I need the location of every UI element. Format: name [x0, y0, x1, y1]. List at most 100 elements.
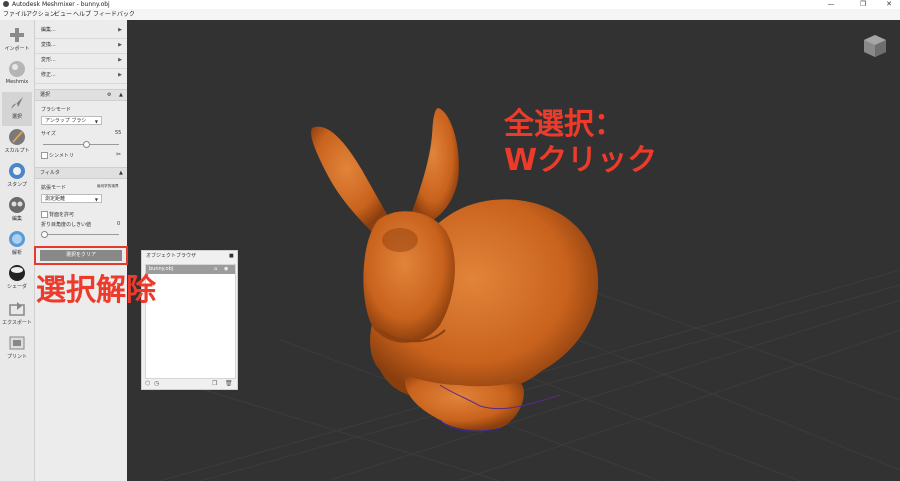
- analysis-icon: [9, 231, 25, 247]
- menu-item-deform-label: 変形...: [41, 57, 56, 63]
- brush-icon: [9, 129, 25, 145]
- brush-mode-dropdown[interactable]: アンラップ ブラシ ▼: [41, 116, 102, 125]
- annotation-deselect: 選択解除: [36, 273, 156, 308]
- menu-feedback[interactable]: フィードバック: [93, 9, 135, 20]
- cube-icon[interactable]: ⬡: [145, 380, 150, 387]
- tool-analysis[interactable]: 解析: [2, 228, 32, 262]
- menu-view[interactable]: ビュー: [54, 9, 72, 20]
- menu-item-deform[interactable]: 変形... ▶: [35, 53, 127, 69]
- tool-edit[interactable]: 編集: [2, 194, 32, 228]
- expand-mode-dropdown[interactable]: 測定距離 ▼: [41, 194, 102, 203]
- size-slider[interactable]: [43, 144, 119, 145]
- window-title: Autodesk Meshmixer - bunny.obj: [12, 1, 110, 8]
- stamp-icon: [9, 163, 25, 179]
- symmetry-tool-icon[interactable]: ✂: [116, 151, 121, 158]
- chevron-right-icon: ▶: [118, 72, 122, 78]
- tool-print-label: プリント: [6, 354, 27, 360]
- crease-threshold-slider-knob[interactable]: [41, 231, 48, 238]
- print-icon: [9, 336, 25, 350]
- tool-stamp-label: スタンプ: [7, 182, 27, 188]
- close-button[interactable]: ✕: [878, 0, 900, 9]
- object-browser-footer: ⬡ ◷ ❐ 🗑: [142, 379, 237, 390]
- select-arrow-icon: [11, 97, 23, 109]
- tool-edit-label: 編集: [11, 216, 22, 222]
- title-bar: Autodesk Meshmixer - bunny.obj — ❐ ✕: [0, 0, 900, 9]
- gear-icon[interactable]: ⚙: [107, 90, 111, 100]
- 3d-viewport[interactable]: [127, 20, 900, 481]
- object-browser-header: オブジェクトブラウザ ■: [142, 251, 237, 262]
- symmetry-label: シンメトリ: [49, 153, 74, 159]
- filter-section-title: フィルタ: [40, 170, 60, 176]
- size-value: 55: [115, 130, 122, 136]
- size-slider-knob[interactable]: [83, 141, 90, 148]
- tool-print[interactable]: プリント: [2, 332, 32, 366]
- tool-meshmix[interactable]: Meshmix: [2, 58, 32, 92]
- size-label: サイズ: [41, 131, 56, 137]
- menu-item-edit[interactable]: 編集... ▶: [35, 23, 127, 39]
- menu-item-modify-label: 修正...: [41, 72, 56, 78]
- history-icon[interactable]: ◷: [154, 380, 159, 387]
- object-list: bunny.obj ⌂ ◉: [145, 264, 236, 379]
- minimize-button[interactable]: —: [820, 0, 842, 9]
- bunny-model[interactable]: [127, 20, 900, 481]
- symmetry-checkbox[interactable]: [41, 152, 48, 159]
- chevron-down-icon: ▼: [94, 197, 98, 202]
- expand-mode-extra: 幾何学的境界: [97, 184, 119, 188]
- select-section-header[interactable]: 選択 ⚙ ▲: [35, 89, 127, 101]
- list-item[interactable]: bunny.obj ⌂ ◉: [146, 265, 235, 274]
- annotation-select-all-line1: 全選択：: [504, 107, 624, 142]
- tool-select[interactable]: 選択: [2, 92, 32, 126]
- tool-select-label: 選択: [11, 114, 22, 120]
- chevron-right-icon: ▶: [118, 57, 122, 63]
- tool-analysis-label: 解析: [11, 250, 22, 256]
- menu-item-edit-label: 編集...: [41, 27, 56, 33]
- chevron-right-icon: ▶: [118, 42, 122, 48]
- allow-back-checkbox[interactable]: [41, 211, 48, 218]
- chevron-right-icon: ▶: [118, 27, 122, 33]
- trash-icon[interactable]: 🗑: [225, 380, 233, 387]
- tool-shader[interactable]: シェーダ: [2, 262, 32, 296]
- tool-stamp[interactable]: スタンプ: [2, 160, 32, 194]
- menu-item-transform-label: 変換...: [41, 42, 56, 48]
- edit-icon: [9, 197, 25, 213]
- brush-mode-value: アンラップ ブラシ: [45, 118, 87, 124]
- plus-icon: [10, 28, 24, 42]
- allow-back-label: 背面を許可: [49, 212, 75, 218]
- shader-icon: [9, 265, 25, 281]
- filter-section-header[interactable]: フィルタ ▲: [35, 167, 127, 179]
- menu-item-modify[interactable]: 修正... ▶: [35, 68, 127, 84]
- tool-shader-label: シェーダ: [6, 284, 27, 290]
- tool-import-label: インポート: [4, 46, 30, 52]
- view-cube-icon[interactable]: [863, 34, 887, 58]
- menu-action[interactable]: アクション: [26, 9, 56, 20]
- tool-sculpt[interactable]: スカルプト: [2, 126, 32, 160]
- tool-sculpt-label: スカルプト: [4, 148, 30, 154]
- restore-button[interactable]: ❐: [852, 0, 874, 9]
- crease-threshold-slider[interactable]: [43, 234, 119, 235]
- tool-meshmix-label: Meshmix: [5, 79, 29, 85]
- meshmix-sphere-icon: [9, 61, 25, 77]
- eye-icon[interactable]: ◉: [224, 265, 228, 274]
- menu-file[interactable]: ファイル: [3, 9, 27, 20]
- tool-export[interactable]: エクスポート: [2, 298, 32, 332]
- chevron-down-icon: ▼: [94, 119, 98, 124]
- expand-mode-label: 拡張モード: [41, 185, 67, 191]
- lock-icon[interactable]: ⌂: [214, 265, 217, 274]
- object-browser-panel: オブジェクトブラウザ ■ bunny.obj ⌂ ◉ ⬡ ◷ ❐ 🗑: [141, 250, 238, 390]
- left-toolbar: インポート Meshmix 選択 スカルプト スタンプ 編集 解析 シェーダ エ…: [0, 20, 35, 481]
- collapse-icon[interactable]: ▲: [119, 168, 123, 178]
- menu-help[interactable]: ヘルプ: [73, 9, 91, 20]
- object-browser-title: オブジェクトブラウザ: [146, 253, 197, 259]
- export-icon: [9, 302, 25, 316]
- duplicate-icon[interactable]: ❐: [212, 380, 217, 387]
- expand-mode-value: 測定距離: [45, 196, 66, 202]
- crease-threshold-value: 0: [117, 221, 121, 227]
- annotation-highlight-box: [34, 246, 128, 265]
- collapse-icon[interactable]: ▲: [119, 90, 123, 100]
- crease-threshold-label: 折り目角度のしきい値: [41, 222, 92, 228]
- panel-menu-icon[interactable]: ■: [229, 251, 234, 262]
- brush-mode-label: ブラシモード: [41, 107, 71, 113]
- menu-item-transform[interactable]: 変換... ▶: [35, 38, 127, 54]
- app-logo-icon: [3, 1, 9, 7]
- tool-import[interactable]: インポート: [2, 24, 32, 58]
